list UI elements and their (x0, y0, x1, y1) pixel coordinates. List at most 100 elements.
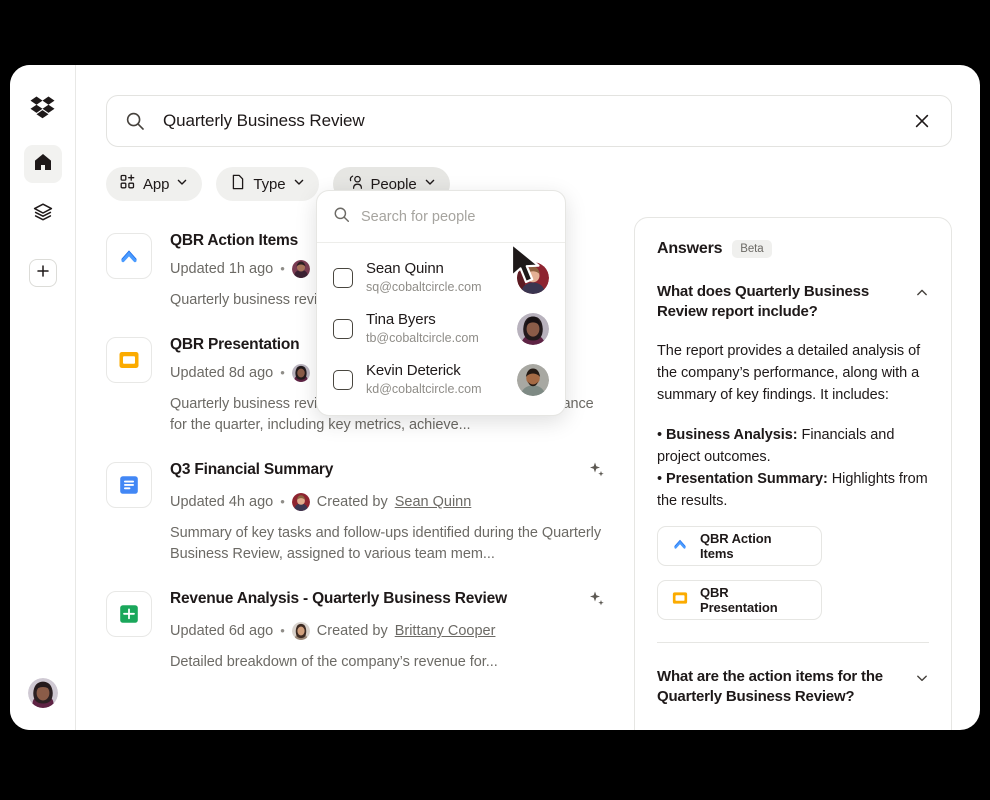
citation-chip[interactable]: QBR Presentation (657, 580, 822, 620)
search-bar[interactable] (106, 95, 952, 147)
answers-divider (657, 642, 929, 643)
checkbox[interactable] (333, 267, 353, 288)
result-row[interactable]: Revenue Analysis - Quarterly Business Re… (106, 575, 606, 683)
people-email: tb@cobaltcircle.com (366, 331, 479, 345)
citation-label: QBR Presentation (700, 585, 778, 615)
main-area: App Type (76, 65, 980, 730)
people-email: kd@cobaltcircle.com (366, 382, 482, 396)
google-slides-icon (671, 589, 689, 612)
answer-body: The report provides a detailed analysis … (657, 343, 921, 403)
people-list: Sean Quinn sq@cobaltcircle.com Tina Byer… (317, 243, 565, 415)
ai-sparkle-icon[interactable] (588, 461, 606, 484)
result-updated: Updated 8d ago (170, 365, 274, 381)
search-icon (125, 111, 145, 131)
google-slides-icon (106, 337, 152, 383)
people-avatar (517, 312, 549, 345)
plus-icon (36, 264, 50, 283)
filter-chip-type-label: Type (253, 175, 286, 193)
people-avatar (517, 363, 549, 396)
people-name: Sean Quinn (366, 260, 444, 277)
result-creator-link[interactable]: Sean Quinn (395, 493, 472, 511)
ai-sparkle-icon[interactable] (588, 590, 606, 613)
creator-avatar (291, 364, 310, 382)
people-text: Kevin Deterick kd@cobaltcircle.com (366, 362, 504, 397)
chevron-down-icon[interactable] (915, 671, 929, 690)
answers-header: Answers Beta (657, 240, 929, 258)
layers-icon (33, 202, 53, 227)
apps-grid-icon (120, 174, 136, 195)
answer-question-2-text: What are the action items for the Quarte… (657, 668, 883, 705)
result-body: Revenue Analysis - Quarterly Business Re… (170, 589, 606, 673)
creator-avatar (291, 493, 310, 511)
people-email: sq@cobaltcircle.com (366, 280, 482, 294)
result-title[interactable]: QBR Presentation (170, 335, 300, 355)
people-name: Kevin Deterick (366, 362, 461, 379)
jira-icon (106, 233, 152, 279)
result-updated: Updated 4h ago (170, 494, 274, 510)
answers-panel: Answers Beta What does Quarterly Busines… (634, 217, 952, 730)
clear-search-button[interactable] (907, 106, 937, 136)
google-docs-icon (106, 462, 152, 508)
checkbox[interactable] (333, 369, 353, 390)
search-input[interactable] (163, 111, 907, 131)
filter-chip-app-label: App (143, 175, 170, 193)
result-body: Q3 Financial Summary Updated 4h ago • Cr… (170, 460, 606, 565)
search-icon (333, 206, 350, 228)
chevron-down-icon (293, 175, 305, 193)
people-avatar (517, 261, 549, 294)
creator-avatar (291, 260, 310, 278)
answer-bullets: • Business Analysis: Financials and proj… (657, 424, 929, 512)
google-sheets-icon (106, 591, 152, 637)
checkbox[interactable] (333, 318, 353, 339)
result-updated: Updated 6d ago (170, 623, 274, 639)
result-meta: Updated 6d ago • Created by Brittany Coo… (170, 622, 606, 640)
filter-chip-app[interactable]: App (106, 167, 203, 201)
meta-separator: • (280, 365, 285, 380)
answer-bullet-label: Presentation Summary: (666, 471, 828, 487)
answer-bullet-label: Business Analysis: (666, 427, 798, 443)
sidebar-item-home[interactable] (23, 145, 62, 183)
creator-avatar (291, 622, 310, 640)
answer-question-2[interactable]: What are the action items for the Quarte… (657, 667, 929, 707)
answer-bullet: • Presentation Summary: Highlights from … (657, 471, 928, 509)
result-created-prefix: Created by (316, 623, 388, 639)
meta-separator: • (280, 494, 285, 509)
answer-question-1-text: What does Quarterly Business Review repo… (657, 283, 869, 320)
dropbox-logo[interactable] (28, 93, 58, 123)
people-text: Tina Byers tb@cobaltcircle.com (366, 311, 504, 346)
chevron-up-icon[interactable] (915, 286, 929, 305)
result-row[interactable]: Q3 Financial Summary Updated 4h ago • Cr… (106, 446, 606, 575)
result-creator-link[interactable]: Brittany Cooper (395, 622, 496, 640)
meta-separator: • (280, 623, 285, 638)
result-title[interactable]: Q3 Financial Summary (170, 460, 333, 480)
result-meta: Updated 4h ago • Created by Sean Quinn (170, 493, 606, 511)
people-search-row[interactable] (317, 191, 565, 243)
avatar[interactable] (27, 678, 58, 708)
chevron-down-icon (176, 175, 188, 193)
result-title[interactable]: QBR Action Items (170, 231, 298, 251)
result-title[interactable]: Revenue Analysis - Quarterly Business Re… (170, 589, 507, 609)
document-icon (230, 174, 246, 195)
beta-badge: Beta (732, 240, 772, 258)
result-description: Summary of key tasks and follow-ups iden… (170, 525, 602, 562)
sidebar-item-stack[interactable] (24, 195, 62, 233)
people-search-input[interactable] (361, 208, 549, 225)
people-list-item[interactable]: Sean Quinn sq@cobaltcircle.com (317, 252, 565, 303)
answer-bullet: • Business Analysis: Financials and proj… (657, 427, 895, 465)
meta-separator: • (280, 261, 285, 276)
result-created-prefix: Created by (316, 494, 388, 510)
left-sidebar (10, 65, 76, 730)
result-updated: Updated 1h ago (170, 261, 274, 277)
filter-chip-type[interactable]: Type (216, 167, 319, 201)
add-button[interactable] (28, 259, 57, 287)
jira-icon (671, 535, 689, 558)
people-list-item[interactable]: Tina Byers tb@cobaltcircle.com (317, 303, 565, 354)
people-list-item[interactable]: Kevin Deterick kd@cobaltcircle.com (317, 354, 565, 405)
people-dropdown: Sean Quinn sq@cobaltcircle.com (316, 190, 566, 416)
people-text: Sean Quinn sq@cobaltcircle.com (366, 260, 504, 295)
answer-question-1[interactable]: What does Quarterly Business Review repo… (657, 282, 929, 322)
answers-title: Answers (657, 240, 723, 257)
citation-label: QBR Action Items (700, 531, 772, 561)
home-icon (33, 152, 53, 177)
citation-chip[interactable]: QBR Action Items (657, 526, 822, 566)
